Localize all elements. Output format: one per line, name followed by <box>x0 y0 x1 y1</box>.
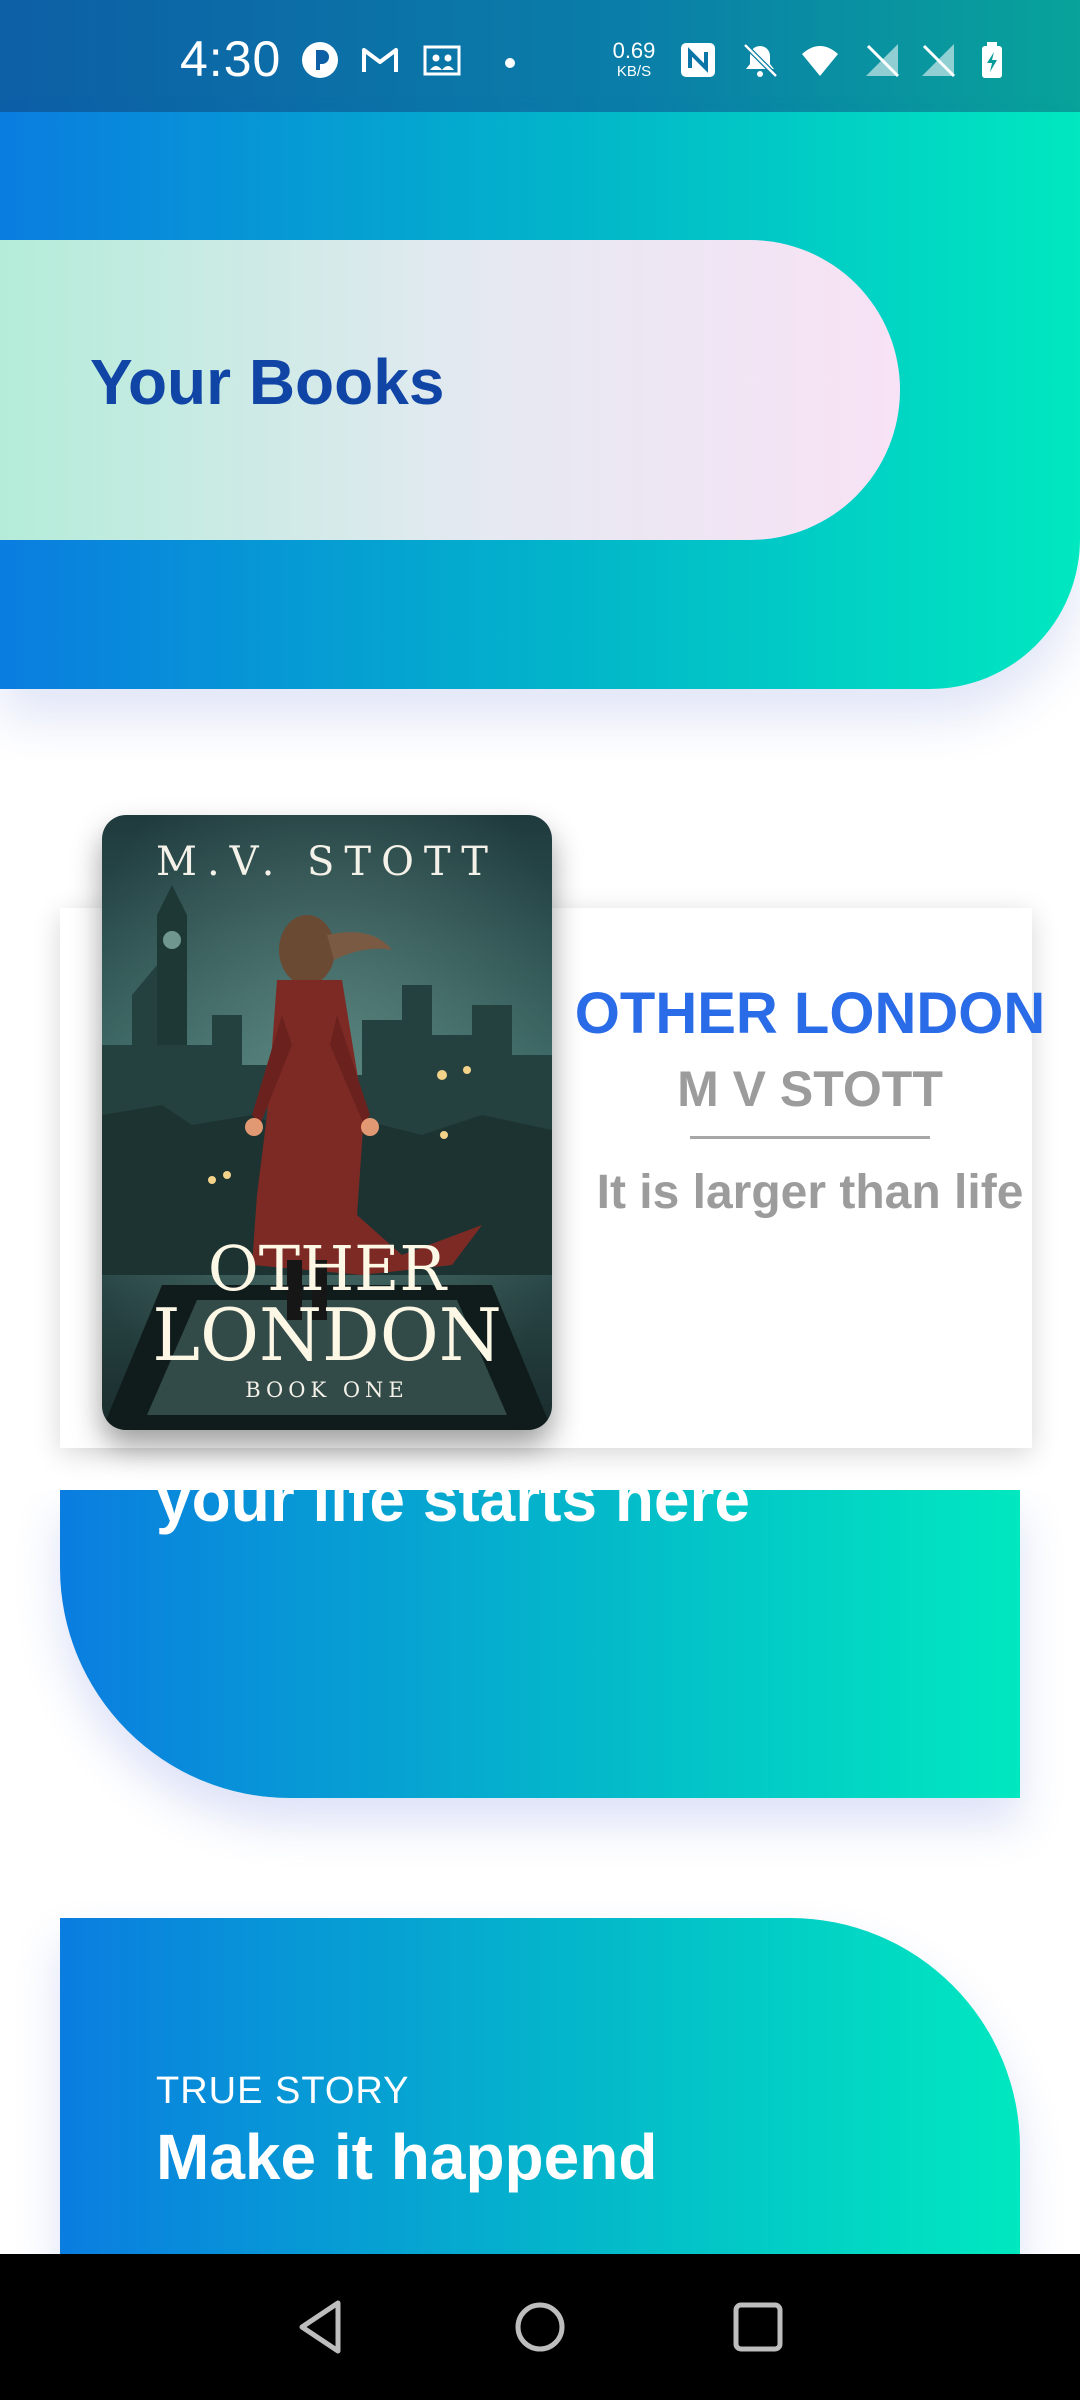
cover-series: BOOK ONE <box>245 1378 409 1402</box>
app-notification-icon <box>302 42 338 78</box>
book-cover-image: M.V. STOTT OTHER LONDON BOOK ONE <box>102 815 552 1430</box>
net-speed-unit: KB/S <box>616 63 652 80</box>
back-icon[interactable] <box>290 2295 354 2359</box>
nfc-icon <box>681 43 715 77</box>
photo-icon <box>423 45 461 76</box>
book-divider <box>690 1136 930 1139</box>
book-overlay: M.V. STOTT OTHER LONDON BOOK ONE OTHER L… <box>0 760 1080 1490</box>
cover-title-line-2: LONDON <box>152 1293 502 1377</box>
wifi-icon <box>802 46 838 76</box>
book-author: M V STOTT <box>677 1061 943 1117</box>
signal-2-icon <box>922 44 956 78</box>
promo-label: TRUE STORY <box>156 2070 410 2112</box>
promo-card-true-story[interactable]: TRUE STORY Make it happend <box>60 1918 1020 2258</box>
book-cover[interactable]: M.V. STOTT OTHER LONDON BOOK ONE <box>102 815 552 1430</box>
net-speed: 0.69 KB/S <box>604 38 664 80</box>
gmail-icon <box>362 48 398 72</box>
dot-icon <box>505 58 515 68</box>
cover-author: M.V. STOTT <box>156 839 498 885</box>
status-bar: 4:30 0.69 KB/S <box>0 0 1080 112</box>
battery-charging-icon <box>982 42 1002 78</box>
net-speed-value: 0.69 <box>612 38 656 63</box>
book-title: OTHER LONDON <box>574 981 1046 1046</box>
promo-headline: your life starts here <box>156 1490 750 1535</box>
page-title: Your Books <box>90 346 445 418</box>
status-time: 4:30 <box>180 31 282 87</box>
navigation-bar <box>0 2254 1080 2400</box>
book-tagline: It is larger than life <box>596 1166 1024 1219</box>
home-icon[interactable] <box>508 2295 572 2359</box>
promo-headline: Make it happend <box>156 2121 658 2193</box>
promo-card-life-starts[interactable]: your life starts here <box>60 1490 1020 1798</box>
signal-icon <box>866 44 900 78</box>
bell-off-icon <box>743 43 778 78</box>
recents-icon[interactable] <box>726 2295 790 2359</box>
